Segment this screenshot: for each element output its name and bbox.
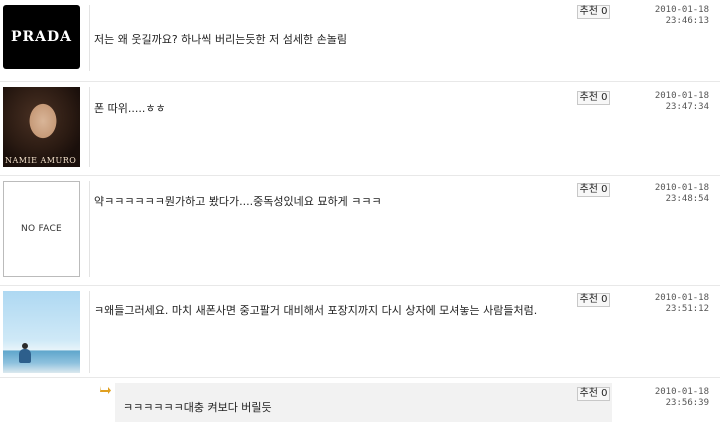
comment-time: 23:46:13 [665,16,709,26]
recommend-button[interactable]: 추천 0 [577,183,610,197]
avatar[interactable] [3,291,80,373]
comment-text: 약ㅋㅋㅋㅋㅋㅋ뭔가하고 봤다가....중독성있네요 묘하게 ㅋㅋㅋ [94,195,382,208]
divider [89,291,90,373]
comment-item: NAMIE AMURO 폰 따위.....ㅎㅎ 추천 0 2010-01-18 … [0,82,720,174]
avatar[interactable]: NO FACE [3,181,80,277]
timestamp: 2010-01-18 23:51:12 [629,293,709,315]
comment-date: 2010-01-18 [654,183,709,193]
divider [89,5,90,71]
recommend-button[interactable]: 추천 0 [577,91,610,105]
comment-date: 2010-01-18 [654,293,709,303]
comment-item: NO FACE 약ㅋㅋㅋㅋㅋㅋ뭔가하고 봤다가....중독성있네요 묘하게 ㅋㅋ… [0,176,720,284]
comment-date: 2010-01-18 [654,5,709,15]
reply-date: 2010-01-18 [654,387,709,397]
timestamp: 2010-01-18 23:47:34 [629,91,709,113]
avatar-label: PRADA [10,29,73,45]
reply-time: 23:56:39 [665,398,709,408]
avatar-figure [19,349,31,363]
comment-item: ㅋ왜들그러세요. 마치 새폰사면 중고팔거 대비해서 포장지까지 다시 상자에 … [0,286,720,376]
reply-item: ㅋㅋㅋㅋㅋㅋ대충 켜보다 버릴듯 [115,383,612,422]
comment-text: 저는 왜 웃길까요? 하나씩 버리는듯한 저 섬세한 손놀림 [94,33,347,46]
avatar-label: NO FACE [20,224,63,234]
avatar[interactable]: NAMIE AMURO [3,87,80,167]
separator [0,377,720,378]
comment-text: ㅋ왜들그러세요. 마치 새폰사면 중고팔거 대비해서 포장지까지 다시 상자에 … [94,304,538,317]
comment-text: 폰 따위.....ㅎㅎ [94,102,166,115]
reply-arrow-icon [100,386,111,394]
recommend-button[interactable]: 추천 0 [577,387,610,401]
divider [89,87,90,167]
comment-time: 23:51:12 [665,304,709,314]
timestamp: 2010-01-18 23:56:39 [629,387,709,409]
comment-time: 23:47:34 [665,102,709,112]
comment-item: PRADA 저는 왜 웃길까요? 하나씩 버리는듯한 저 섬세한 손놀림 추천 … [0,0,720,80]
reply-text: ㅋㅋㅋㅋㅋㅋ대충 켜보다 버릴듯 [123,401,272,414]
divider [89,181,90,277]
timestamp: 2010-01-18 23:48:54 [629,183,709,205]
avatar[interactable]: PRADA [3,5,80,69]
timestamp: 2010-01-18 23:46:13 [629,5,709,27]
recommend-button[interactable]: 추천 0 [577,293,610,307]
comment-date: 2010-01-18 [654,91,709,101]
avatar-label: NAMIE AMURO [5,156,77,165]
recommend-button[interactable]: 추천 0 [577,5,610,19]
comment-time: 23:48:54 [665,194,709,204]
